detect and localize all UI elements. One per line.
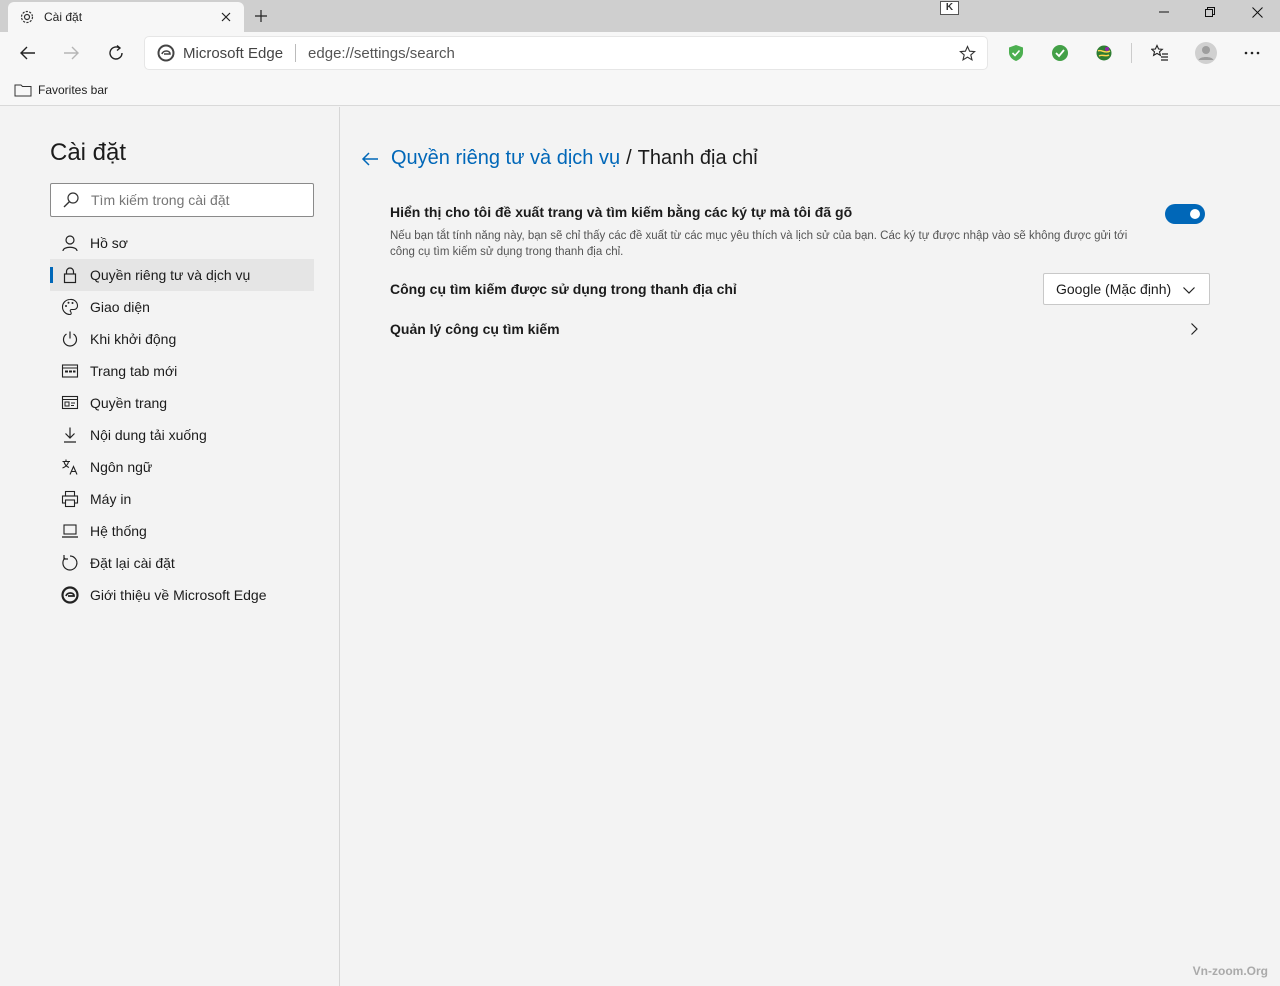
favorites-bar-label[interactable]: Favorites bar bbox=[38, 83, 108, 97]
sidebar-item-label: Giao diện bbox=[90, 299, 150, 315]
toggle-knob bbox=[1190, 209, 1200, 219]
toolbar-divider bbox=[1131, 43, 1132, 63]
power-icon bbox=[60, 329, 80, 349]
sidebar-item-label: Máy in bbox=[90, 491, 132, 507]
suggestions-description: Nếu bạn tắt tính năng này, bạn sẽ chỉ th… bbox=[390, 230, 1128, 258]
profile-avatar[interactable] bbox=[1191, 38, 1221, 68]
palette-icon bbox=[60, 297, 80, 317]
settings-gear-icon bbox=[18, 8, 36, 26]
lock-icon bbox=[60, 265, 80, 285]
refresh-button[interactable] bbox=[101, 38, 131, 68]
newtab-icon bbox=[60, 361, 80, 381]
search-engine-value: Google (Mặc định) bbox=[1056, 281, 1172, 297]
back-arrow-icon[interactable] bbox=[359, 148, 381, 170]
title-bar: Cài đặt K bbox=[0, 0, 1280, 32]
toolbar: Microsoft Edge edge://settings/search bbox=[0, 32, 1280, 74]
more-menu-icon[interactable] bbox=[1237, 38, 1267, 68]
new-tab-button[interactable] bbox=[250, 5, 272, 27]
sidebar-item-label: Đặt lại cài đặt bbox=[90, 555, 175, 571]
search-engine-select[interactable]: Google (Mặc định) bbox=[1043, 273, 1210, 305]
sidebar-item-label: Trang tab mới bbox=[90, 363, 178, 379]
suggestions-label: Hiển thị cho tôi đề xuất trang và tìm ki… bbox=[390, 204, 853, 220]
favorites-icon[interactable] bbox=[1145, 38, 1175, 68]
printer-icon bbox=[60, 489, 80, 509]
manage-search-engines-row[interactable]: Quản lý công cụ tìm kiếm bbox=[390, 317, 1210, 341]
suggestions-toggle[interactable] bbox=[1165, 204, 1205, 224]
restore-button[interactable] bbox=[1187, 0, 1233, 24]
page-title: Thanh địa chỉ bbox=[637, 147, 758, 169]
search-engine-label: Công cụ tìm kiếm được sử dụng trong than… bbox=[390, 281, 737, 297]
settings-search-input[interactable]: Tìm kiếm trong cài đặt bbox=[50, 183, 314, 217]
chevron-down-icon bbox=[1181, 282, 1197, 298]
keyboard-badge: K bbox=[940, 1, 959, 15]
forward-button[interactable] bbox=[56, 38, 86, 68]
sidebar-item-downloads[interactable]: Nội dung tải xuống bbox=[50, 419, 314, 451]
sidebar-item-label: Quyền riêng tư và dịch vụ bbox=[90, 267, 251, 283]
url-text[interactable]: edge://settings/search bbox=[308, 45, 455, 62]
back-button[interactable] bbox=[13, 38, 43, 68]
settings-sidebar: Cài đặt Tìm kiếm trong cài đặt Hồ sơ Quy… bbox=[0, 107, 340, 986]
sidebar-item-label: Hệ thống bbox=[90, 523, 147, 539]
favorites-bar: Favorites bar bbox=[0, 74, 1280, 106]
sidebar-item-label: Khi khởi động bbox=[90, 331, 177, 347]
sidebar-item-profile[interactable]: Hồ sơ bbox=[50, 227, 314, 259]
sidebar-item-label: Quyền trang bbox=[90, 395, 168, 411]
search-icon bbox=[61, 190, 81, 210]
sidebar-item-printers[interactable]: Máy in bbox=[50, 483, 314, 515]
shield-extension-icon[interactable] bbox=[1001, 38, 1031, 68]
chevron-right-icon bbox=[1186, 321, 1202, 337]
minimize-button[interactable] bbox=[1141, 0, 1187, 24]
sidebar-item-system[interactable]: Hệ thống bbox=[50, 515, 314, 547]
sidebar-item-label: Ngôn ngữ bbox=[90, 459, 153, 475]
language-icon bbox=[60, 457, 80, 477]
address-bar[interactable]: Microsoft Edge edge://settings/search bbox=[145, 37, 987, 69]
laptop-icon bbox=[60, 521, 80, 541]
site-identity[interactable]: Microsoft Edge bbox=[183, 45, 283, 62]
person-icon bbox=[60, 233, 80, 253]
sidebar-item-reset[interactable]: Đặt lại cài đặt bbox=[50, 547, 314, 579]
close-tab-icon[interactable] bbox=[218, 9, 234, 25]
sidebar-title: Cài đặt bbox=[50, 139, 127, 166]
watermark: Vn-zoom.Org bbox=[1192, 964, 1268, 978]
folder-icon bbox=[14, 83, 32, 97]
settings-nav: Hồ sơ Quyền riêng tư và dịch vụ Giao diệ… bbox=[50, 227, 314, 611]
breadcrumb-separator: / bbox=[626, 147, 632, 169]
sidebar-item-startup[interactable]: Khi khởi động bbox=[50, 323, 314, 355]
sidebar-item-label: Giới thiệu về Microsoft Edge bbox=[90, 587, 267, 603]
edge-logo-icon bbox=[157, 44, 175, 62]
breadcrumb: Quyền riêng tư và dịch vụ / Thanh địa ch… bbox=[359, 147, 758, 170]
edge-logo-icon bbox=[60, 585, 80, 605]
sidebar-item-label: Nội dung tải xuống bbox=[90, 427, 207, 443]
check-extension-icon[interactable] bbox=[1045, 38, 1075, 68]
sidebar-item-languages[interactable]: Ngôn ngữ bbox=[50, 451, 314, 483]
site-permissions-icon bbox=[60, 393, 80, 413]
search-suggestions-setting: Hiển thị cho tôi đề xuất trang và tìm ki… bbox=[390, 204, 1210, 260]
sidebar-item-privacy[interactable]: Quyền riêng tư và dịch vụ bbox=[50, 259, 314, 291]
browser-tab[interactable]: Cài đặt bbox=[8, 2, 244, 32]
globe-extension-icon[interactable] bbox=[1089, 38, 1119, 68]
sidebar-item-label: Hồ sơ bbox=[90, 235, 128, 251]
tab-title: Cài đặt bbox=[44, 10, 83, 24]
sidebar-item-about[interactable]: Giới thiệu về Microsoft Edge bbox=[50, 579, 314, 611]
manage-search-engines-label: Quản lý công cụ tìm kiếm bbox=[390, 321, 560, 337]
favorite-star-icon[interactable] bbox=[957, 43, 977, 63]
sidebar-item-new-tab[interactable]: Trang tab mới bbox=[50, 355, 314, 387]
sidebar-item-site-permissions[interactable]: Quyền trang bbox=[50, 387, 314, 419]
close-window-button[interactable] bbox=[1234, 0, 1280, 24]
settings-content: Quyền riêng tư và dịch vụ / Thanh địa ch… bbox=[341, 107, 1280, 986]
breadcrumb-parent-link[interactable]: Quyền riêng tư và dịch vụ bbox=[391, 147, 620, 170]
search-placeholder: Tìm kiếm trong cài đặt bbox=[91, 192, 230, 208]
sidebar-item-appearance[interactable]: Giao diện bbox=[50, 291, 314, 323]
download-icon bbox=[60, 425, 80, 445]
address-separator bbox=[295, 44, 297, 62]
reset-icon bbox=[60, 553, 80, 573]
